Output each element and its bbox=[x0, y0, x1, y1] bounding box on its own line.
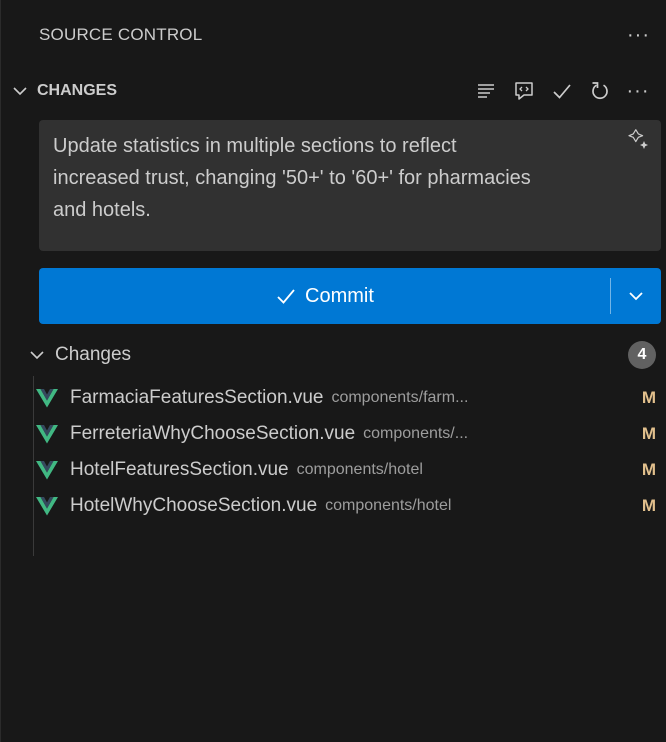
section-more-icon[interactable]: ··· bbox=[626, 79, 650, 103]
list-item[interactable]: FerreteriaWhyChooseSection.vue component… bbox=[32, 416, 666, 452]
commit-check-icon bbox=[277, 289, 295, 304]
list-icon[interactable] bbox=[474, 79, 498, 103]
list-item[interactable]: FarmaciaFeaturesSection.vue components/f… bbox=[32, 380, 666, 416]
refresh-icon[interactable] bbox=[588, 79, 612, 103]
commit-button-group: Commit bbox=[39, 268, 661, 324]
commit-dropdown-button[interactable] bbox=[611, 268, 661, 324]
chevron-down-icon bbox=[629, 292, 643, 301]
vue-file-icon bbox=[36, 461, 58, 480]
view-more-icon[interactable]: ··· bbox=[627, 25, 650, 45]
view-title-bar: SOURCE CONTROL ··· bbox=[39, 18, 650, 52]
file-name: HotelFeaturesSection.vue bbox=[70, 459, 289, 480]
file-name: FerreteriaWhyChooseSection.vue bbox=[70, 423, 356, 444]
commit-button[interactable]: Commit bbox=[39, 268, 610, 324]
file-name: FarmaciaFeaturesSection.vue bbox=[70, 387, 324, 408]
sparkle-icon[interactable] bbox=[627, 128, 651, 152]
file-status-badge: M bbox=[641, 496, 656, 515]
vue-file-icon bbox=[36, 497, 58, 516]
commit-message-input[interactable]: Update statistics in multiple sections t… bbox=[39, 120, 661, 251]
comment-icon[interactable] bbox=[512, 79, 536, 103]
file-path: components/farm... bbox=[331, 389, 469, 406]
view-title: SOURCE CONTROL bbox=[39, 25, 203, 44]
file-path: components/... bbox=[363, 425, 469, 442]
file-status-badge: M bbox=[641, 460, 656, 479]
changes-section-header[interactable]: CHANGES ··· bbox=[1, 74, 666, 108]
chevron-down-icon[interactable] bbox=[11, 82, 29, 100]
chevron-down-icon[interactable] bbox=[29, 347, 45, 363]
section-title: CHANGES bbox=[37, 82, 118, 99]
check-icon[interactable] bbox=[550, 79, 574, 103]
section-actions: ··· bbox=[474, 79, 650, 103]
changes-group-title: Changes bbox=[55, 344, 132, 365]
vue-file-icon bbox=[36, 389, 58, 408]
changes-group-header[interactable]: Changes 4 bbox=[1, 340, 666, 370]
commit-message-text[interactable]: Update statistics in multiple sections t… bbox=[53, 130, 533, 226]
list-item[interactable]: HotelWhyChooseSection.vue components/hot… bbox=[32, 488, 666, 524]
file-path: components/hotel bbox=[296, 461, 423, 478]
source-control-panel: SOURCE CONTROL ··· CHANGES ··· Update st… bbox=[0, 0, 666, 742]
changes-count-badge: 4 bbox=[628, 341, 656, 369]
file-name: HotelWhyChooseSection.vue bbox=[70, 495, 318, 516]
file-status-badge: M bbox=[641, 424, 656, 443]
list-item[interactable]: HotelFeaturesSection.vue components/hote… bbox=[32, 452, 666, 488]
file-status-badge: M bbox=[641, 388, 656, 407]
file-path: components/hotel bbox=[325, 497, 452, 514]
changed-files-list: FarmaciaFeaturesSection.vue components/f… bbox=[32, 380, 666, 524]
vue-file-icon bbox=[36, 425, 58, 444]
commit-label: Commit bbox=[305, 284, 374, 307]
